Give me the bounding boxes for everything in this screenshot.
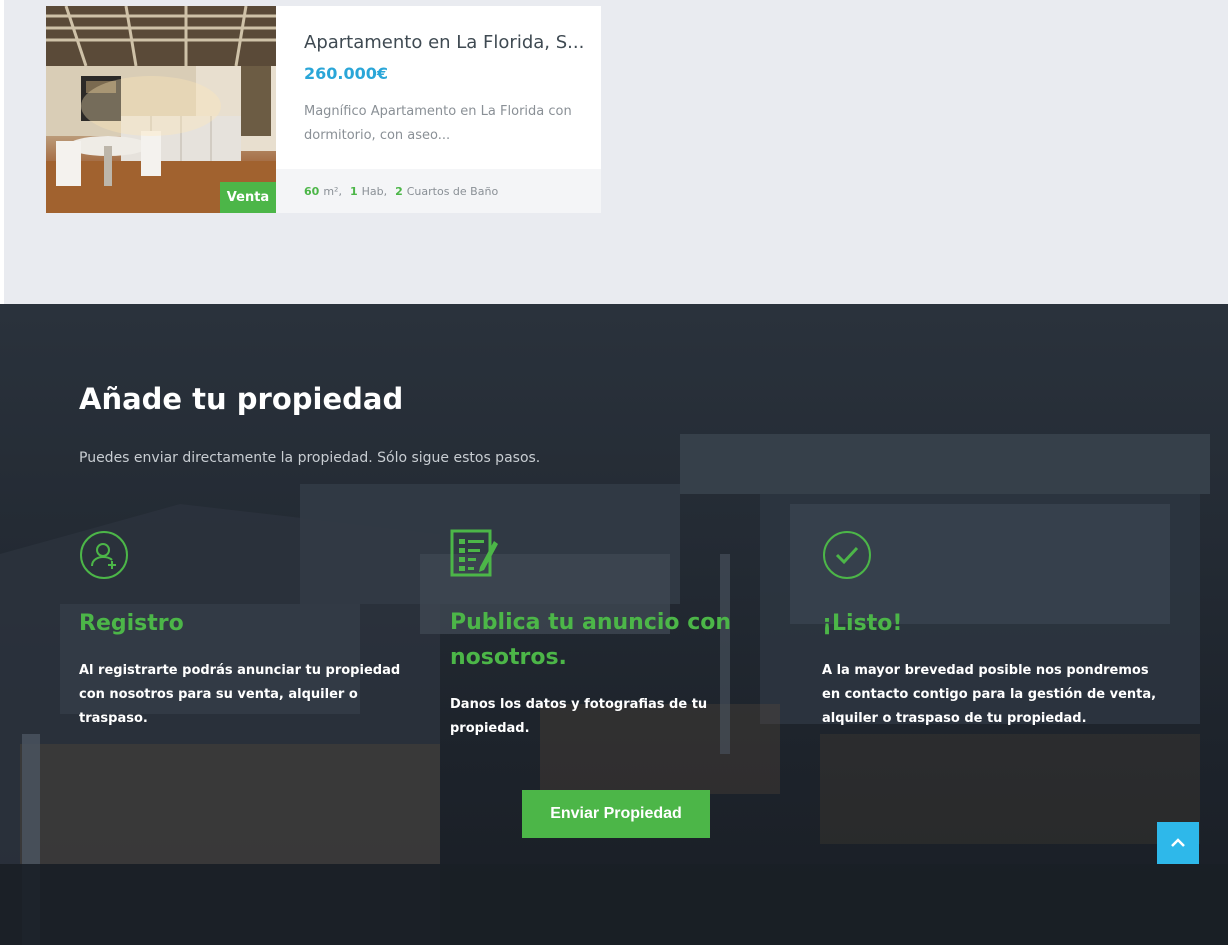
sale-badge: Venta [220,182,276,213]
property-description: Magnífico Apartamento en La Florida con … [304,104,572,143]
section-title: Añade tu propiedad [79,382,404,416]
add-property-section: Añade tu propiedad Puedes enviar directa… [0,304,1228,945]
step-register: Registro Al registrarte podrás anunciar … [79,530,409,731]
listings-section: Venta Apartamento en La Florida, S... 26… [0,0,1228,304]
step-text: A la mayor brevedad posible nos pondremo… [822,663,1157,726]
page-edge [0,0,4,304]
edit-document-icon [450,529,498,577]
chevron-up-icon [1171,838,1185,847]
step-publish: Publica tu anuncio con nosotros. Danos l… [450,529,780,741]
property-card[interactable]: Venta Apartamento en La Florida, S... 26… [46,6,601,213]
rooms-value: 1 [349,184,358,198]
baths-value: 2 [395,184,403,198]
step-title: Registro [79,611,184,636]
baths-label: Cuartos de Baño [406,184,499,198]
property-title[interactable]: Apartamento en La Florida, S... [304,32,584,53]
area-unit: m², [323,184,342,198]
step-text: Danos los datos y fotografias de tu prop… [450,697,708,736]
user-plus-icon [80,531,128,579]
property-features: 60 m², 1 Hab, 2 Cuartos de Baño [276,169,601,213]
send-property-button[interactable]: Enviar Propiedad [522,790,710,838]
step-title: ¡Listo! [822,611,903,636]
section-subtitle: Puedes enviar directamente la propiedad.… [79,450,541,466]
check-circle-icon [823,531,871,579]
step-done: ¡Listo! A la mayor brevedad posible nos … [822,530,1167,731]
step-title: Publica tu anuncio con nosotros. [450,610,732,670]
scroll-to-top-button[interactable] [1157,822,1199,864]
rooms-label: Hab, [361,184,388,198]
area-value: 60 [304,184,320,198]
property-price: 260.000€ [304,64,389,83]
property-image[interactable]: Venta [46,6,276,213]
step-text: Al registrarte podrás anunciar tu propie… [79,663,401,726]
